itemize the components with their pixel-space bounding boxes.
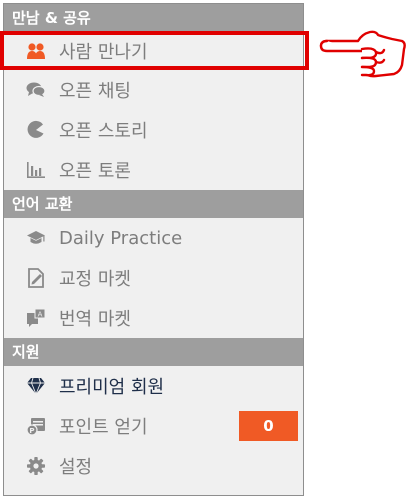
coins-icon: P: [26, 416, 46, 436]
menu-item-label: 프리미엄 회원: [59, 377, 165, 398]
menu-item-settings[interactable]: 설정: [4, 446, 303, 486]
menu-item-earn-points[interactable]: P 포인트 얻기 0: [4, 406, 303, 446]
section-header-meet-share: 만남 & 공유: [4, 4, 303, 32]
menu-item-label: 오픈 스토리: [59, 121, 148, 142]
menu-item-label: 사람 만나기: [59, 42, 148, 63]
menu-item-label: 번역 마켓: [59, 309, 131, 330]
pacman-icon: [26, 120, 46, 140]
menu-item-label: 교정 마켓: [59, 269, 131, 290]
side-menu: 만남 & 공유 사람 만나기 오픈 채팅 오픈 스토리 오픈 토론 언어 교환 …: [3, 3, 304, 496]
menu-item-open-story[interactable]: 오픈 스토리: [4, 110, 303, 150]
menu-item-open-chat[interactable]: 오픈 채팅: [4, 70, 303, 110]
menu-item-daily-practice[interactable]: Daily Practice: [4, 218, 303, 258]
people-icon: [26, 41, 46, 61]
gear-icon: [26, 456, 46, 476]
menu-item-premium-member[interactable]: 프리미엄 회원: [4, 366, 303, 406]
edit-document-icon: [26, 268, 46, 288]
menu-item-correction-market[interactable]: 교정 마켓: [4, 258, 303, 298]
menu-item-translation-market[interactable]: A 번역 마켓: [4, 298, 303, 338]
graduation-cap-icon: [26, 228, 46, 248]
points-count-badge: 0: [239, 411, 298, 441]
svg-text:P: P: [29, 427, 34, 435]
menu-item-label: 설정: [59, 457, 93, 478]
section-header-support: 지원: [4, 338, 303, 366]
menu-item-label: Daily Practice: [59, 227, 183, 249]
menu-item-meet-people[interactable]: 사람 만나기: [4, 32, 303, 70]
menu-item-open-discussion[interactable]: 오픈 토론: [4, 150, 303, 190]
chat-bubbles-icon: [26, 80, 46, 100]
menu-item-label: 오픈 토론: [59, 161, 131, 182]
pointing-hand-icon: [318, 28, 408, 88]
bar-chart-icon: [26, 160, 46, 180]
menu-item-label: 오픈 채팅: [59, 81, 131, 102]
diamond-icon: [26, 376, 46, 396]
translate-icon: A: [26, 308, 46, 328]
section-header-language-exchange: 언어 교환: [4, 190, 303, 218]
menu-item-label: 포인트 얻기: [59, 417, 148, 438]
svg-text:A: A: [38, 311, 43, 319]
